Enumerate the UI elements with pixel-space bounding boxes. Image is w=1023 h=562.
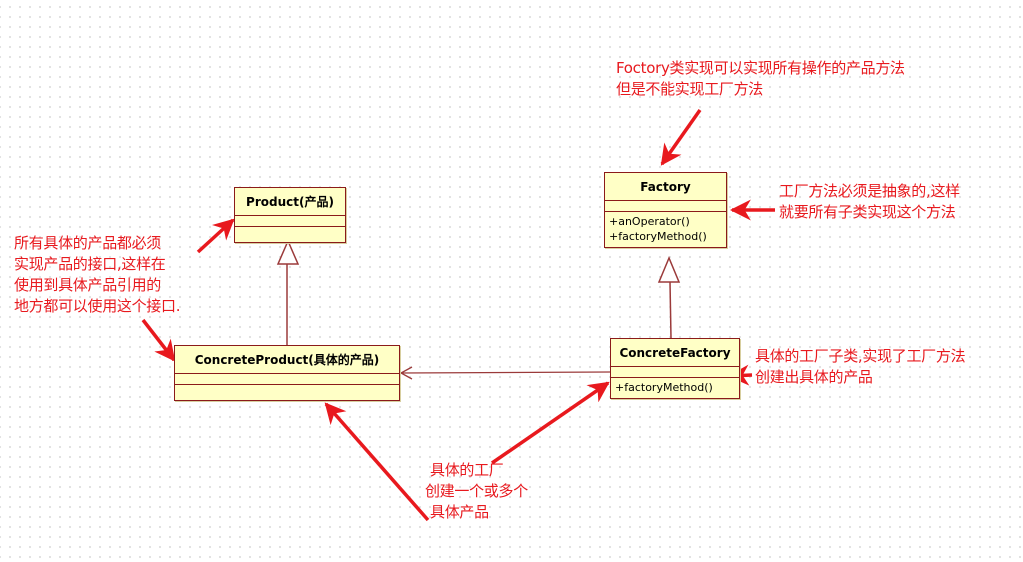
- class-name: ConcreteProduct(具体的产品): [175, 346, 399, 374]
- annotation-factory-right: 工厂方法必须是抽象的,这样 就要所有子类实现这个方法: [779, 181, 960, 223]
- operations-compartment: [175, 385, 399, 400]
- class-name: Factory: [605, 173, 726, 201]
- annotation-arrow-to-factory-top: [660, 108, 702, 166]
- generalization-concreteproduct-to-product: [276, 239, 300, 345]
- operations-compartment: +anOperator() +factoryMethod(): [605, 212, 726, 247]
- operation: +anOperator(): [609, 215, 690, 228]
- annotation-arrow-to-concreteproduct-bottom: [324, 402, 430, 522]
- annotation-concrete-factory-right: 具体的工厂子类,实现了工厂方法 创建出具体的产品: [755, 346, 966, 388]
- annotation-line: 工厂方法必须是抽象的,这样: [779, 182, 960, 200]
- attributes-compartment: [175, 374, 399, 385]
- annotation-line: 但是不能实现工厂方法: [616, 80, 764, 98]
- generalization-concretefactory-to-factory: [657, 256, 681, 339]
- attributes-compartment: [235, 216, 345, 227]
- annotation-line: 具体的工厂子类,实现了工厂方法: [755, 347, 966, 365]
- class-name: Product(产品): [235, 188, 345, 216]
- class-concrete-product[interactable]: ConcreteProduct(具体的产品): [174, 345, 400, 401]
- annotation-arrow-to-product: [196, 218, 235, 254]
- dependency-concretefactory-to-concreteproduct: [399, 366, 611, 380]
- annotation-line: 创建出具体的产品: [755, 368, 873, 386]
- attributes-compartment: [611, 367, 739, 378]
- annotation-line: 创建一个或多个: [425, 482, 528, 500]
- annotation-bottom: 具体的工厂 创建一个或多个 具体产品: [425, 460, 528, 523]
- annotation-line: 实现产品的接口,这样在: [14, 255, 166, 273]
- class-product[interactable]: Product(产品): [234, 187, 346, 243]
- annotation-line: 所有具体的产品都必须: [14, 234, 162, 252]
- annotation-line: 地方都可以使用这个接口.: [14, 297, 181, 315]
- annotation-line: 使用到具体产品引用的: [14, 276, 162, 294]
- annotation-product-left: 所有具体的产品都必须 实现产品的接口,这样在 使用到具体产品引用的 地方都可以使…: [14, 233, 180, 317]
- attributes-compartment: [605, 201, 726, 212]
- annotation-arrow-to-concreteproduct-left: [141, 318, 176, 362]
- annotation-line: 就要所有子类实现这个方法: [779, 203, 956, 221]
- annotation-factory-top: Foctory类实现可以实现所有操作的产品方法 但是不能实现工厂方法: [616, 58, 905, 100]
- class-concrete-factory[interactable]: ConcreteFactory +factoryMethod(): [610, 338, 740, 399]
- operation: +factoryMethod(): [615, 381, 713, 394]
- annotation-line: 具体的工厂: [430, 461, 504, 479]
- annotation-line: Foctory类实现可以实现所有操作的产品方法: [616, 59, 905, 77]
- operations-compartment: +factoryMethod(): [611, 378, 739, 398]
- annotation-arrow-to-concretefactory: [491, 381, 610, 465]
- class-name: ConcreteFactory: [611, 339, 739, 367]
- operations-compartment: [235, 227, 345, 242]
- class-factory[interactable]: Factory +anOperator() +factoryMethod(): [604, 172, 727, 248]
- annotation-line: 具体产品: [430, 503, 489, 521]
- operation: +factoryMethod(): [609, 230, 707, 243]
